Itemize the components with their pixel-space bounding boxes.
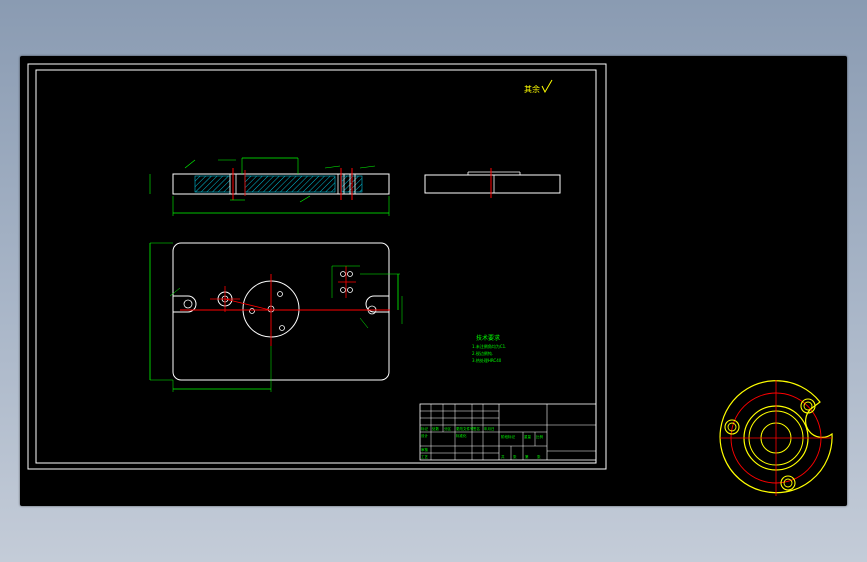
- top-plan-view: [149, 242, 403, 392]
- tech-req-title: 技术要求: [476, 334, 500, 342]
- tb-label-change-doc: 更改文件号: [456, 426, 474, 431]
- tb-label-std: 标准化: [456, 433, 467, 438]
- tb-label-total: 共: [501, 454, 505, 459]
- tech-req-line-1: 1.未注倒角均为C1.: [472, 343, 506, 349]
- tb-label-scale: 比例: [536, 434, 544, 439]
- tb-label-stage: 阶段标记: [501, 434, 515, 439]
- cad-model-viewport[interactable]: 其余 技术要求 1.未注倒角均为C1. 2.锐边倒钝. 3.热处理HRC40 标…: [20, 56, 847, 506]
- tb-label-sheets-b: 张: [537, 454, 541, 459]
- part-preview-thumbnail[interactable]: [719, 380, 833, 496]
- tb-label-date: 年月日: [484, 426, 495, 431]
- tb-label-count: 处数: [432, 426, 440, 431]
- tb-label-sheets-a: 张: [513, 454, 517, 459]
- tb-label-no: 第: [525, 454, 529, 459]
- drawing-canvas[interactable]: 其余 技术要求 1.未注倒角均为C1. 2.锐边倒钝. 3.热处理HRC40 标…: [20, 56, 847, 506]
- tb-label-zone: 分区: [444, 426, 452, 431]
- tech-req-line-2: 2.锐边倒钝.: [472, 350, 493, 356]
- technical-requirements: 技术要求 1.未注倒角均为C1. 2.锐边倒钝. 3.热处理HRC40: [472, 334, 506, 363]
- side-view: [424, 168, 561, 198]
- front-section-view: [149, 157, 390, 216]
- roughness-label: 其余: [524, 84, 540, 94]
- title-block: 标记 处数 分区 更改文件号 签名 年月日 设计 标准化 审核 工艺 阶段标记 …: [419, 403, 597, 461]
- tb-label-sign: 签名: [473, 426, 480, 431]
- tb-label-mark: 标记: [421, 426, 429, 431]
- tb-label-review: 审核: [421, 447, 429, 452]
- surface-roughness-mark: 其余: [524, 79, 553, 94]
- sheet-outer-border: [27, 63, 607, 470]
- tb-label-design: 设计: [421, 433, 429, 438]
- tech-req-line-3: 3.热处理HRC40: [472, 357, 502, 363]
- tb-label-process: 工艺: [421, 454, 429, 459]
- tb-label-weight: 重量: [524, 434, 532, 439]
